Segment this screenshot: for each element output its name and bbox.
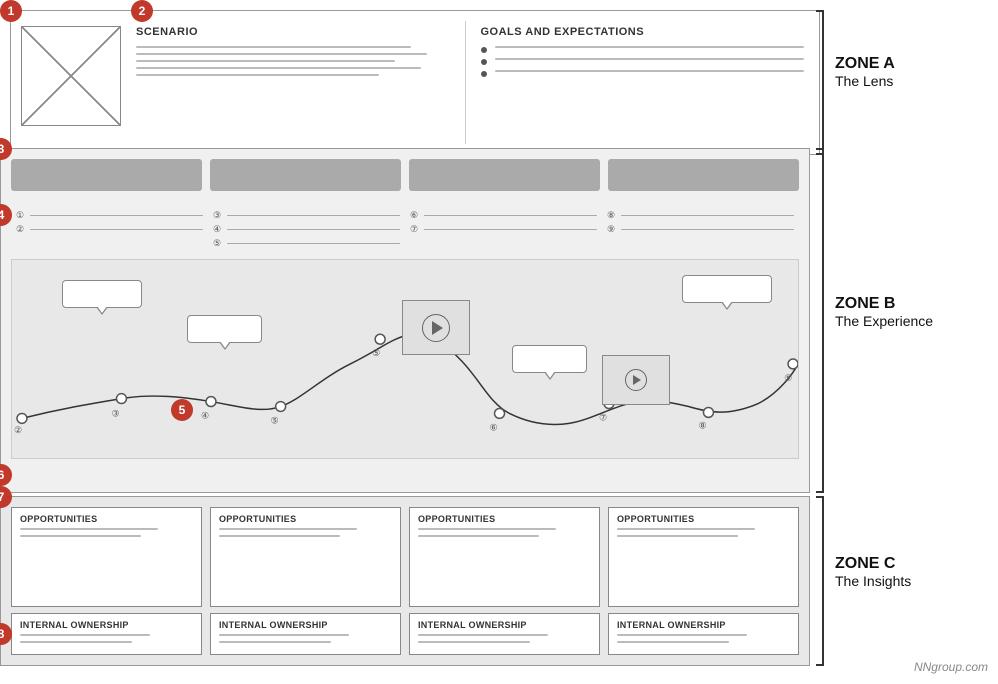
svg-text:④: ④ xyxy=(201,410,209,420)
zone-a-label: ZONE A The Lens xyxy=(835,55,895,89)
svg-text:⑤: ⑤ xyxy=(271,415,279,425)
nngroup-credit: NNgroup.com xyxy=(914,660,988,674)
opportunities-label-1: OPPORTUNITIES xyxy=(20,514,193,524)
opportunities-label-2: OPPORTUNITIES xyxy=(219,514,392,524)
ownership-box-1: INTERNAL OWNERSHIP xyxy=(11,613,202,655)
svg-text:②: ② xyxy=(14,425,22,435)
tab-3 xyxy=(409,159,600,191)
zone-c-label: ZONE C The Insights xyxy=(835,555,911,589)
tab-4 xyxy=(608,159,799,191)
opportunities-label-4: OPPORTUNITIES xyxy=(617,514,790,524)
scenario-label: SCENARIO xyxy=(136,26,460,38)
zone-a: 1 2 SCENARIO GOALS AND EXPECTATIONS xyxy=(10,10,820,155)
text-line-3 xyxy=(136,60,395,62)
svg-text:⑧: ⑧ xyxy=(699,420,707,430)
text-line-5 xyxy=(136,74,379,76)
play-button-2 xyxy=(625,369,647,391)
badge-1: 1 xyxy=(0,0,22,22)
ownership-label-4: INTERNAL OWNERSHIP xyxy=(617,620,790,630)
bullet-3 xyxy=(481,71,487,77)
insight-col-1: OPPORTUNITIES INTERNAL OWNERSHIP xyxy=(11,507,202,655)
svg-text:⑦: ⑦ xyxy=(599,412,607,422)
bullet-1 xyxy=(481,47,487,53)
svg-text:⑥: ⑥ xyxy=(490,422,498,432)
zone-b-sublabel: The Experience xyxy=(835,313,933,329)
zone-c-bracket xyxy=(822,496,824,666)
ownership-label-3: INTERNAL OWNERSHIP xyxy=(418,620,591,630)
ownership-label-1: INTERNAL OWNERSHIP xyxy=(20,620,193,630)
main-frame: 1 2 SCENARIO GOALS AND EXPECTATIONS xyxy=(0,0,998,684)
journey-area: ② ③ ④ ⑤ ⑤ ⑥ ⑦ ⑧ ⑨ xyxy=(11,259,799,459)
svg-text:③: ③ xyxy=(111,408,119,418)
zone-c-sublabel: The Insights xyxy=(835,573,911,589)
goal-line-1 xyxy=(495,46,805,48)
video-box-1 xyxy=(402,300,470,355)
opportunities-box-3: OPPORTUNITIES xyxy=(409,507,600,607)
speech-bubble-4 xyxy=(682,275,772,303)
speech-bubble-1 xyxy=(62,280,142,308)
goal-line-2 xyxy=(495,58,805,60)
zone-b-title: ZONE B xyxy=(835,295,933,313)
insight-col-4: OPPORTUNITIES INTERNAL OWNERSHIP xyxy=(608,507,799,655)
text-line-2 xyxy=(136,53,427,55)
placeholder-image xyxy=(21,26,121,126)
tab-2 xyxy=(210,159,401,191)
goals-section: GOALS AND EXPECTATIONS xyxy=(476,21,810,144)
zone-b-bracket xyxy=(822,148,824,493)
goal-line-3 xyxy=(495,70,805,72)
zone-a-sublabel: The Lens xyxy=(835,73,895,89)
insight-col-3: OPPORTUNITIES INTERNAL OWNERSHIP xyxy=(409,507,600,655)
opportunities-box-1: OPPORTUNITIES xyxy=(11,507,202,607)
text-line-4 xyxy=(136,67,421,69)
svg-text:⑤: ⑤ xyxy=(372,348,380,358)
tab-1 xyxy=(11,159,202,191)
badge-2: 2 xyxy=(131,0,153,22)
goals-label: GOALS AND EXPECTATIONS xyxy=(481,26,805,38)
bullet-2 xyxy=(481,59,487,65)
play-button-1 xyxy=(422,314,450,342)
svg-text:⑨: ⑨ xyxy=(784,373,792,383)
text-line-1 xyxy=(136,46,411,48)
opportunities-box-4: OPPORTUNITIES xyxy=(608,507,799,607)
ownership-label-2: INTERNAL OWNERSHIP xyxy=(219,620,392,630)
opportunities-box-2: OPPORTUNITIES xyxy=(210,507,401,607)
insight-col-2: OPPORTUNITIES INTERNAL OWNERSHIP xyxy=(210,507,401,655)
zone-c-title: ZONE C xyxy=(835,555,911,573)
speech-bubble-3 xyxy=(512,345,587,373)
zone-b-label: ZONE B The Experience xyxy=(835,295,933,329)
ownership-box-2: INTERNAL OWNERSHIP xyxy=(210,613,401,655)
video-box-2 xyxy=(602,355,670,405)
speech-bubble-2 xyxy=(187,315,262,343)
badge-6: 6 xyxy=(0,464,12,486)
zone-a-bracket xyxy=(822,10,824,155)
badge-5: 5 xyxy=(171,399,193,421)
zone-a-title: ZONE A xyxy=(835,55,895,73)
zone-b: 3 4 5 6 ① ② xyxy=(0,148,810,493)
zone-c: 7 8 OPPORTUNITIES INTERNAL OWNERSHIP xyxy=(0,496,810,666)
scenario-section: SCENARIO xyxy=(131,21,466,144)
ownership-box-3: INTERNAL OWNERSHIP xyxy=(409,613,600,655)
ownership-box-4: INTERNAL OWNERSHIP xyxy=(608,613,799,655)
opportunities-label-3: OPPORTUNITIES xyxy=(418,514,591,524)
